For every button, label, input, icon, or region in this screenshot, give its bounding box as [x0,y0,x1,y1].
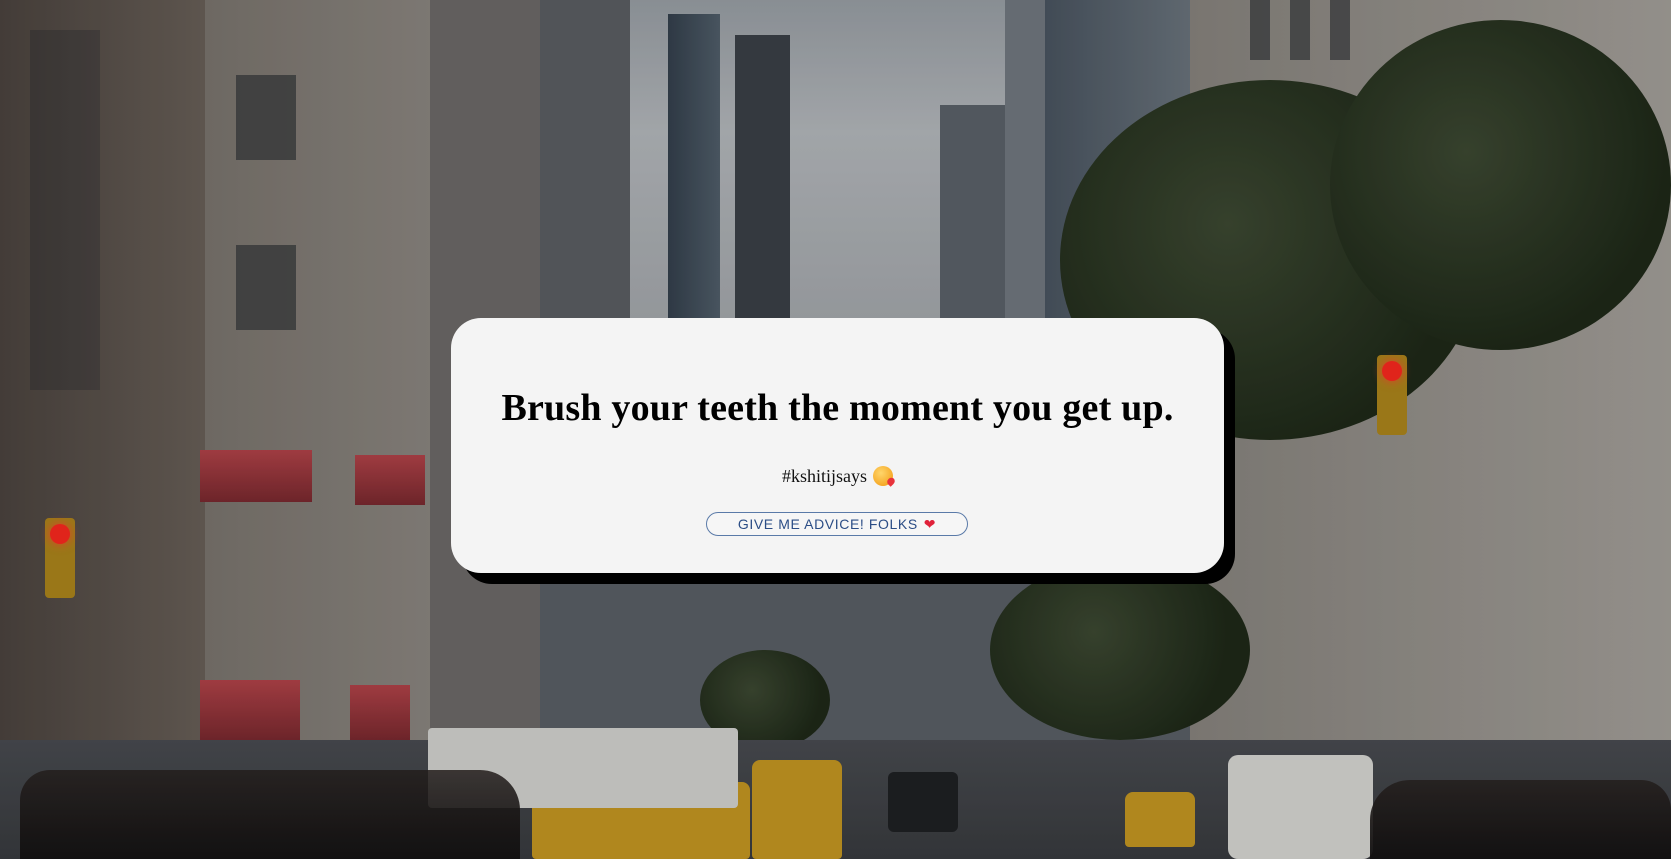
heart-icon: ❤ [923,516,937,532]
advice-text: Brush your teeth the moment you get up. [501,387,1174,429]
advice-card: Brush your teeth the moment you get up. … [451,318,1224,573]
give-advice-button[interactable]: GIVE ME ADVICE! FOLKS ❤ [706,512,968,536]
hashtag-line: #kshitijsays [451,466,1224,487]
kiss-emoji-icon [873,466,893,486]
hashtag: #kshitijsays [781,466,867,486]
give-advice-button-label: GIVE ME ADVICE! FOLKS [737,516,918,532]
